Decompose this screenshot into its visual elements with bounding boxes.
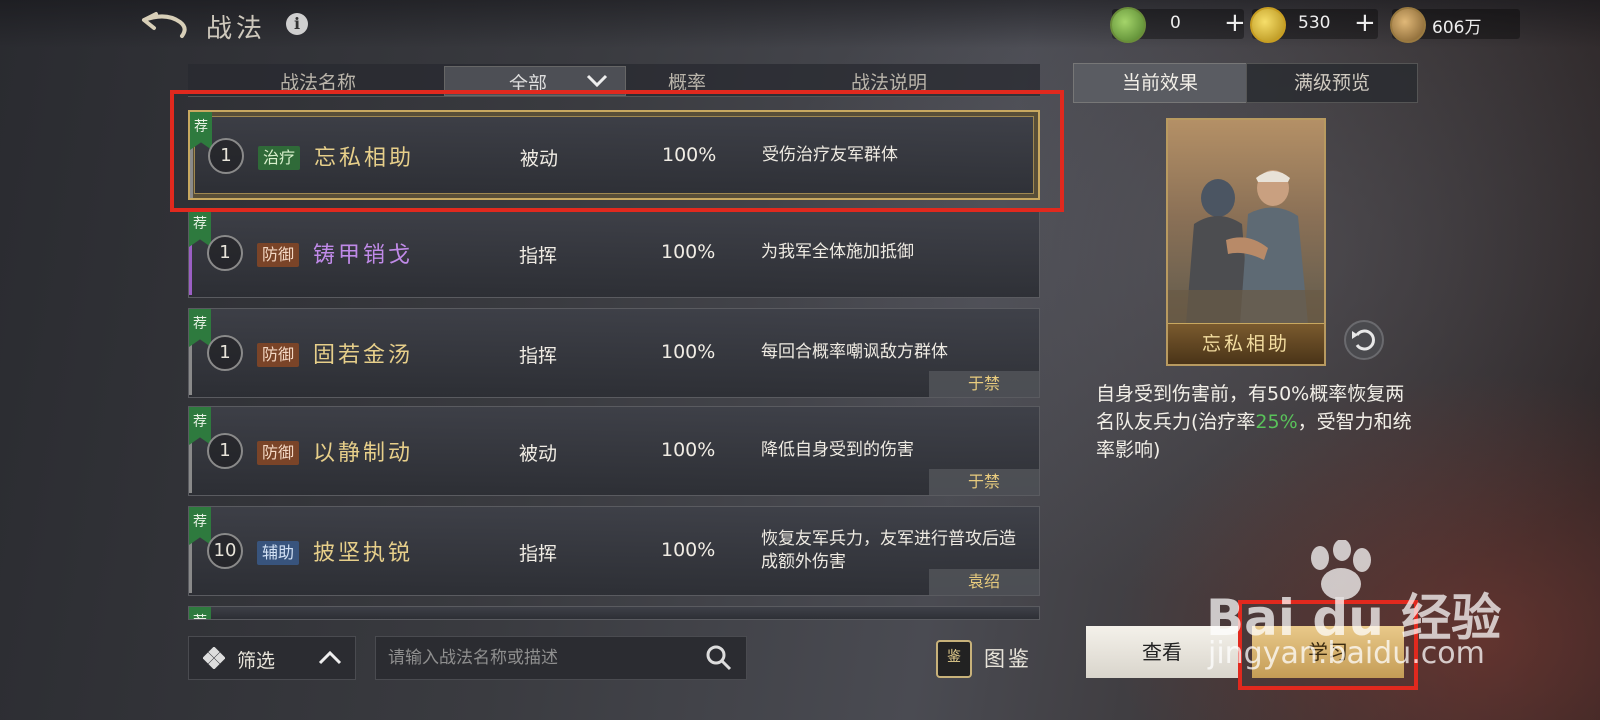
table-row[interactable]: 荐 1 治疗 忘私相助 被动 100% 受伤治疗友军群体	[188, 110, 1040, 200]
owner-general: 于禁	[929, 371, 1039, 397]
category-tag: 防御	[257, 343, 300, 367]
tab-max-level-preview[interactable]: 满级预览	[1246, 63, 1418, 103]
tactic-probability: 100%	[661, 439, 716, 461]
tactic-description: 降低自身受到的伤害	[761, 440, 914, 460]
tactic-probability: 100%	[661, 539, 716, 561]
tactic-name: 忘私相助	[314, 146, 415, 171]
chevron-up-icon	[318, 650, 342, 665]
tactic-name: 以静制动	[313, 441, 414, 466]
row-accent	[189, 245, 192, 295]
category-tag: 防御	[257, 243, 300, 267]
tactic-description: 为我军全体施加抵御	[761, 242, 914, 262]
filter-icon	[203, 647, 225, 669]
row-accent	[190, 148, 193, 198]
tactic-probability: 100%	[661, 341, 716, 363]
tactic-probability: 100%	[661, 241, 716, 263]
category-tag: 辅助	[257, 541, 300, 565]
filter-button[interactable]: 筛选	[188, 636, 356, 680]
add-gold-button[interactable]: +	[1354, 8, 1376, 38]
add-jade-button[interactable]: +	[1224, 8, 1246, 38]
table-header: 战法名称 全部 概率 战法说明	[188, 64, 1040, 97]
effect-heal-rate: 25%	[1255, 411, 1298, 433]
tactic-name: 固若金汤	[313, 343, 414, 368]
search-input[interactable]	[386, 643, 690, 673]
view-button[interactable]: 查看	[1086, 626, 1238, 678]
row-accent	[189, 543, 192, 593]
tactic-name: 披坚执锐	[313, 541, 414, 566]
currency-copper: 606万	[1390, 7, 1520, 43]
learn-button[interactable]: 学习	[1252, 626, 1404, 678]
atlas-label: 图鉴	[984, 647, 1032, 671]
tactic-type: 被动	[520, 148, 559, 170]
tactic-illustration	[1168, 170, 1324, 324]
category-tag: 治疗	[258, 146, 301, 170]
atlas-button[interactable]: 鉴 图鉴	[934, 636, 1044, 678]
gold-value: 530	[1298, 13, 1331, 33]
tactic-type: 被动	[519, 443, 558, 465]
level-badge: 1	[207, 433, 243, 469]
tactic-description: 受伤治疗友军群体	[762, 145, 898, 165]
column-description: 战法说明	[850, 72, 927, 94]
chevron-down-icon	[586, 74, 608, 88]
jade-value: 0	[1170, 13, 1181, 33]
info-icon[interactable]: i	[286, 13, 308, 35]
category-tag: 防御	[257, 441, 300, 465]
tactic-type: 指挥	[519, 245, 558, 267]
table-row[interactable]: 荐 1 防御 以静制动 被动 100% 降低自身受到的伤害 于禁	[188, 406, 1040, 496]
copper-value: 606万	[1432, 18, 1482, 38]
recommended-badge: 荐	[189, 507, 211, 545]
tactic-card: 忘私相助	[1166, 118, 1326, 366]
filter-label: 筛选	[237, 650, 276, 672]
search-box[interactable]	[375, 636, 747, 680]
owner-general: 于禁	[929, 469, 1039, 495]
column-probability: 概率	[667, 72, 706, 94]
atlas-book-icon: 鉴	[936, 640, 972, 678]
table-row[interactable]: 荐 10 辅助 披坚执锐 指挥 100% 恢复友军兵力，友军进行普攻后造成额外伤害 袁绍	[188, 506, 1040, 596]
level-badge: 1	[207, 335, 243, 371]
tactic-description: 每回合概率嘲讽敌方群体	[761, 342, 948, 362]
table-row-partial[interactable]: 荐	[188, 606, 1040, 620]
row-accent	[189, 443, 192, 493]
tab-current-effect[interactable]: 当前效果	[1073, 63, 1247, 103]
refresh-icon[interactable]	[1344, 320, 1384, 360]
tactic-probability: 100%	[662, 144, 717, 166]
copper-coin-icon	[1390, 7, 1426, 43]
recommended-badge: 荐	[190, 112, 212, 150]
level-badge: 1	[207, 235, 243, 271]
back-arrow-icon[interactable]	[140, 10, 192, 40]
tactic-card-name: 忘私相助	[1168, 323, 1324, 364]
row-accent	[189, 345, 192, 395]
table-row[interactable]: 荐 1 防御 铸甲销戈 指挥 100% 为我军全体施加抵御	[188, 208, 1040, 298]
tactic-type: 指挥	[519, 543, 558, 565]
currency-gold: 530 +	[1250, 7, 1378, 43]
gold-coin-icon	[1250, 7, 1286, 43]
jade-coin-icon	[1110, 7, 1146, 43]
recommended-badge: 荐	[189, 309, 211, 347]
table-row[interactable]: 荐 1 防御 固若金汤 指挥 100% 每回合概率嘲讽敌方群体于禁	[188, 308, 1040, 398]
tactic-type: 指挥	[519, 345, 558, 367]
type-filter-value: 全部	[509, 73, 548, 95]
level-badge: 1	[208, 138, 244, 174]
search-icon[interactable]	[706, 645, 732, 671]
owner-general: 袁绍	[929, 569, 1039, 595]
page-title: 战法	[206, 14, 267, 44]
recommended-badge: 荐	[189, 209, 211, 247]
recommended-badge: 荐	[189, 607, 211, 619]
currency-jade: 0 +	[1110, 7, 1246, 43]
tactic-description: 恢复友军兵力，友军进行普攻后造成额外伤害	[761, 529, 1016, 572]
type-filter-dropdown[interactable]: 全部	[444, 66, 626, 96]
effect-description: 自身受到伤害前，有50%概率恢复两名队友兵力(治疗率25%，受智力和统率影响)	[1096, 380, 1416, 464]
column-name: 战法名称	[279, 72, 356, 94]
level-badge: 10	[207, 533, 243, 569]
paw-icon	[1311, 540, 1371, 600]
tactic-name: 铸甲销戈	[313, 243, 414, 268]
recommended-badge: 荐	[189, 407, 211, 445]
